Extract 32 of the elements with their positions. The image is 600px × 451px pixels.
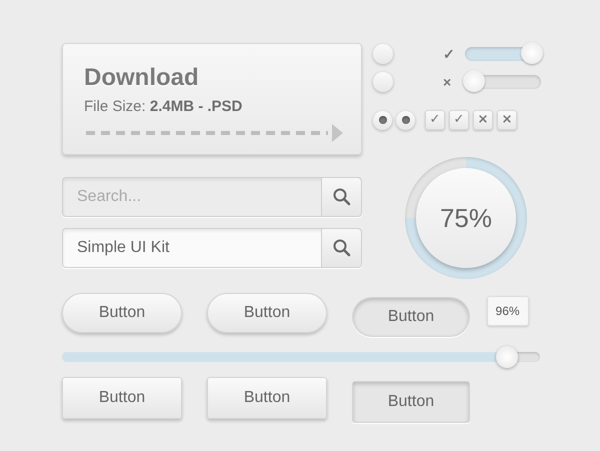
- file-size-value: 2.4MB - .PSD: [150, 98, 242, 115]
- search-field[interactable]: Search...: [62, 177, 362, 217]
- slider-tooltip: 96%: [486, 296, 529, 326]
- button[interactable]: Button: [352, 381, 470, 423]
- button[interactable]: Button: [62, 377, 182, 419]
- dashed-arrow-icon: [84, 123, 344, 143]
- file-size-label: File Size:: [84, 98, 146, 115]
- radio-button[interactable]: [373, 110, 392, 130]
- download-title: Download: [84, 64, 200, 92]
- toggle-switch[interactable]: [463, 42, 543, 66]
- search-input[interactable]: Search...: [63, 178, 321, 216]
- toggle-label: ×: [443, 74, 452, 90]
- icon-button[interactable]: ×: [473, 110, 493, 130]
- search-input[interactable]: Simple UI Kit: [63, 229, 321, 267]
- progress-value: 75%: [440, 202, 492, 234]
- button[interactable]: Button: [62, 293, 182, 333]
- icon-button[interactable]: ×: [497, 110, 517, 130]
- radio-button[interactable]: [373, 44, 393, 64]
- radio-button[interactable]: [373, 72, 393, 92]
- search-icon[interactable]: [321, 229, 361, 267]
- button[interactable]: Button: [207, 293, 327, 333]
- icon-button[interactable]: ✓: [449, 110, 469, 130]
- toggle-switch[interactable]: [463, 70, 543, 94]
- download-card[interactable]: Download File Size: 2.4MB - .PSD: [62, 43, 362, 155]
- icon-button[interactable]: ✓: [425, 110, 445, 130]
- button[interactable]: Button: [352, 297, 470, 337]
- search-icon[interactable]: [321, 178, 361, 216]
- slider-thumb[interactable]: [496, 346, 518, 368]
- button[interactable]: Button: [207, 377, 327, 419]
- search-field[interactable]: Simple UI Kit: [62, 228, 362, 268]
- toggle-label: ✓: [443, 46, 455, 62]
- radio-button[interactable]: [396, 110, 415, 130]
